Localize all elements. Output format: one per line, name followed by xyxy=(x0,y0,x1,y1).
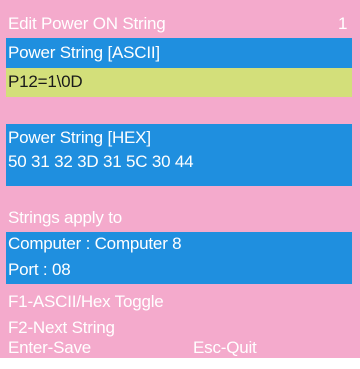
ascii-string-value: P12=1\0D xyxy=(8,72,83,91)
hex-string-value: 50 31 32 3D 31 5C 30 44 xyxy=(8,152,194,171)
ascii-label-bar: Power String [ASCII] xyxy=(6,38,352,68)
key-hint-enter: Enter-Save xyxy=(8,338,92,357)
ascii-string-field[interactable]: P12=1\0D xyxy=(6,68,352,97)
hex-label: Power String [HEX] xyxy=(8,128,151,147)
osd-menu: Edit Power ON String 1 Power String [ASC… xyxy=(0,0,360,358)
apply-target-panel: Computer : Computer 8 Port : 08 xyxy=(6,232,352,284)
key-hint-f1: F1-ASCII/Hex Toggle xyxy=(8,292,164,311)
key-hint-esc: Esc-Quit xyxy=(193,338,257,357)
ascii-label: Power String [ASCII] xyxy=(8,43,160,62)
page-number: 1 xyxy=(338,14,348,33)
port-target: Port : 08 xyxy=(8,260,71,279)
apply-label: Strings apply to xyxy=(8,208,122,227)
computer-target: Computer : Computer 8 xyxy=(8,234,182,253)
menu-title: Edit Power ON String xyxy=(8,14,166,33)
hex-string-panel: Power String [HEX] 50 31 32 3D 31 5C 30 … xyxy=(6,124,352,186)
